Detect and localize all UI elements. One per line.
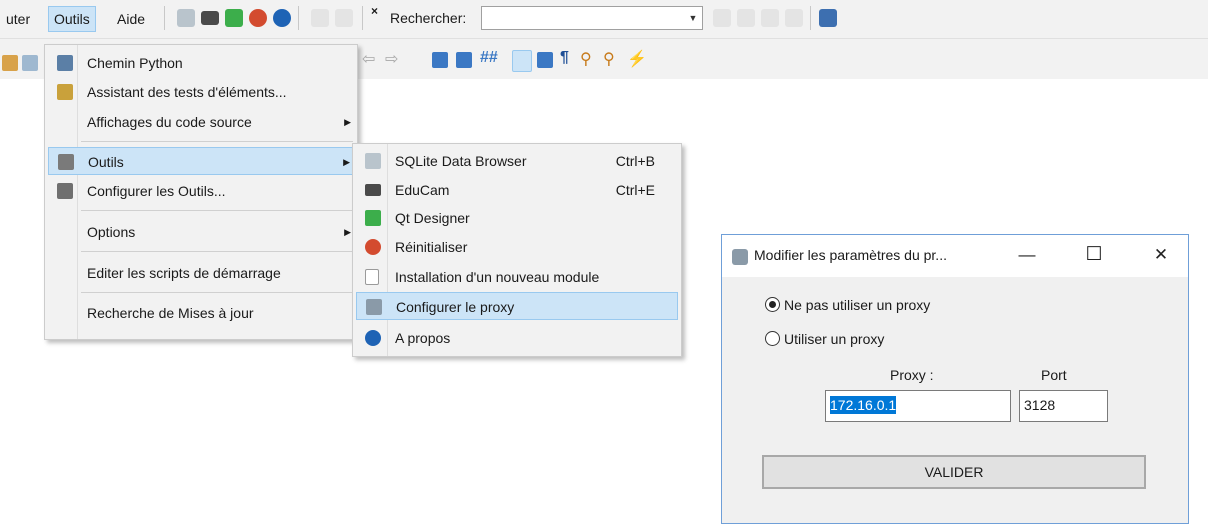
tools-submenu: SQLite Data Browser Ctrl+B EduCam Ctrl+E… (352, 143, 682, 357)
camera-icon (365, 184, 381, 196)
database-icon (365, 153, 381, 169)
search-label: Rechercher: (390, 10, 467, 26)
goto-icon[interactable] (819, 9, 837, 27)
menu-item-assistant-tests[interactable]: Assistant des tests d'éléments... (45, 78, 357, 106)
wizard-icon (57, 84, 73, 100)
database-icon[interactable] (177, 9, 195, 27)
zoom-in-icon[interactable]: ⚲ (580, 49, 592, 69)
minimize-button[interactable]: — (1012, 243, 1042, 267)
toolbar-separator (164, 6, 165, 30)
toolbar-separator (298, 6, 299, 30)
toolbar-separator (362, 6, 363, 30)
menu-item-installation-module[interactable]: Installation d'un nouveau module (353, 263, 681, 291)
menu-outils[interactable]: Outils (48, 6, 96, 32)
port-field[interactable]: 3128 (1019, 390, 1108, 422)
menu-item-sqlite[interactable]: SQLite Data Browser Ctrl+B (353, 147, 681, 175)
menu-aide[interactable]: Aide (117, 11, 145, 27)
proxy-icon (732, 249, 748, 265)
qt-icon (365, 210, 381, 226)
hammer-icon (58, 154, 74, 170)
help-icon (365, 330, 381, 346)
menu-item-outils[interactable]: Outils ▶ (48, 147, 354, 175)
chevron-right-icon: ▶ (344, 117, 351, 127)
menu-item-options[interactable]: Options ▶ (45, 218, 357, 246)
proxy-label: Proxy : (890, 367, 934, 383)
qt-icon[interactable] (225, 9, 243, 27)
indent-icon[interactable] (432, 52, 448, 68)
chevron-down-icon[interactable]: ▼ (684, 7, 702, 29)
page-icon[interactable] (22, 55, 38, 71)
outline-icon[interactable] (537, 52, 553, 68)
chevron-right-icon: ▶ (343, 157, 350, 167)
menu-separator (81, 292, 353, 293)
forward-icon[interactable]: ⇨ (385, 49, 398, 69)
proxy-field[interactable]: 172.16.0.1 (825, 390, 1011, 422)
radio-checked-icon (765, 297, 780, 312)
pilcrow-icon[interactable]: ¶ (560, 49, 569, 67)
reset-icon (365, 239, 381, 255)
reset-icon[interactable] (249, 9, 267, 27)
proxy-dialog: Modifier les paramètres du pr... — ☐ ✕ N… (721, 234, 1189, 524)
menu-item-qt-designer[interactable]: Qt Designer (353, 204, 681, 232)
dialog-titlebar[interactable]: Modifier les paramètres du pr... — ☐ ✕ (722, 235, 1188, 277)
back-icon[interactable]: ⇦ (362, 49, 375, 69)
menu-separator (81, 251, 353, 252)
menu-item-recherche-maj[interactable]: Recherche de Mises à jour (45, 299, 357, 327)
maximize-button[interactable]: ☐ (1079, 243, 1109, 267)
list-icon[interactable] (512, 50, 532, 72)
menu-item-editer-scripts[interactable]: Editer les scripts de démarrage (45, 259, 357, 287)
edit-icon[interactable] (2, 55, 18, 71)
replace-icon[interactable] (335, 9, 353, 27)
module-icon (365, 269, 379, 285)
radio-use-proxy[interactable]: Utiliser un proxy (765, 331, 884, 347)
menu-item-affichages-code[interactable]: Affichages du code source ▶ (45, 108, 357, 136)
replace-all-icon[interactable] (785, 9, 803, 27)
menu-item-configurer-proxy[interactable]: Configurer le proxy (356, 292, 678, 320)
camera-icon[interactable] (201, 11, 219, 25)
menu-item-reinitialiser[interactable]: Réinitialiser (353, 233, 681, 261)
configure-tools-icon (57, 183, 73, 199)
outils-menu: Chemin Python Assistant des tests d'élém… (44, 44, 358, 340)
proxy-icon (366, 299, 382, 315)
zoom-out-icon[interactable]: ⚲ (603, 49, 615, 69)
python-path-icon (57, 55, 73, 71)
help-icon[interactable] (273, 9, 291, 27)
find-icon[interactable] (311, 9, 329, 27)
find-previous-icon[interactable] (713, 9, 731, 27)
comment-icon[interactable]: ## (480, 49, 498, 67)
toolbar-separator (810, 6, 811, 30)
close-button[interactable]: ✕ (1146, 243, 1176, 267)
valider-button[interactable]: VALIDER (762, 455, 1146, 489)
radio-no-proxy[interactable]: Ne pas utiliser un proxy (765, 297, 930, 313)
menu-separator (81, 141, 353, 142)
menu-separator (81, 210, 353, 211)
highlight-icon[interactable] (761, 9, 779, 27)
menu-item-educam[interactable]: EduCam Ctrl+E (353, 176, 681, 204)
unindent-icon[interactable] (456, 52, 472, 68)
close-search-icon[interactable]: × (371, 4, 378, 18)
lightning-icon[interactable]: ⚡ (627, 49, 647, 69)
dialog-title: Modifier les paramètres du pr... (754, 247, 947, 263)
port-label: Port (1041, 367, 1067, 383)
menu-item-chemin-python[interactable]: Chemin Python (45, 49, 357, 77)
menubar: uter Outils Aide × Rechercher: ▼ (0, 0, 1208, 39)
menu-item-a-propos[interactable]: A propos (353, 324, 681, 352)
search-input[interactable]: ▼ (481, 6, 703, 30)
chevron-right-icon: ▶ (344, 227, 351, 237)
find-next-icon[interactable] (737, 9, 755, 27)
radio-unchecked-icon (765, 331, 780, 346)
menu-edit-partial[interactable]: uter (6, 11, 30, 27)
menu-item-configurer-outils[interactable]: Configurer les Outils... (45, 177, 357, 205)
